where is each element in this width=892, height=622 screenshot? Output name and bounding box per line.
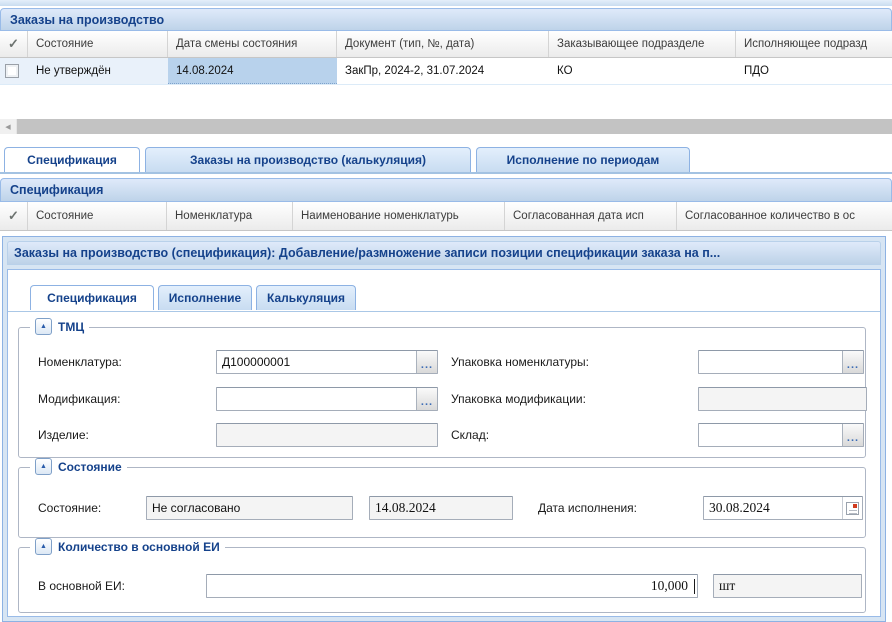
spec-panel-header: Спецификация [0,178,892,202]
cell-state[interactable]: Не утверждён [28,58,168,84]
state-field: Не согласовано [146,496,353,520]
fieldset-state-legend: Состояние [58,460,122,474]
state-date-field: 14.08.2024 [369,496,513,520]
fieldset-state: ▲ Состояние Состояние: Не согласовано 14… [18,467,866,538]
cell-executing-dept[interactable]: ПДО [736,58,892,84]
packing-mod-field [698,387,867,411]
base-unit-qty-field[interactable]: 10,000 [206,574,698,598]
horizontal-scrollbar[interactable]: ◀ [0,119,892,134]
fieldset-qty: ▲ Количество в основной ЕИ В основной ЕИ… [18,547,866,613]
scroll-left-icon: ◀ [5,123,10,131]
lookup-dots-icon: ... [847,359,859,371]
warehouse-label: Склад: [451,423,489,447]
packing-nom-field[interactable]: ... [698,350,864,374]
lookup-dots-icon: ... [847,432,859,444]
spec-edit-dialog: Заказы на производство (спецификация): Д… [2,236,886,622]
unit-field: шт [713,574,862,598]
collapse-icon: ▲ [40,543,47,550]
fieldset-tmc-legend: ТМЦ [58,320,84,334]
top-strip [0,0,892,7]
text-caret [694,579,695,594]
collapse-tmc-button[interactable]: ▲ [35,318,52,335]
tab-specification[interactable]: Спецификация [4,147,140,172]
packing-nom-lookup-button[interactable]: ... [842,351,863,373]
nomenclature-label: Номенклатура: [38,350,122,374]
orders-panel-header: Заказы на производство [0,8,892,31]
modification-label: Модификация: [38,387,120,411]
spec-column-agreed-qty[interactable]: Согласованное количество в ос [677,202,892,230]
dialog-body: Спецификация Исполнение Калькуляция ▲ ТМ… [7,269,881,617]
dialog-tab-execution[interactable]: Исполнение [158,285,252,310]
state-label: Состояние: [38,496,101,520]
spec-select-all-column[interactable]: ✓ [0,202,28,230]
lookup-dots-icon: ... [421,396,433,408]
dialog-tab-underline [8,311,880,312]
fieldset-qty-legend: Количество в основной ЕИ [58,540,220,554]
orders-column-executing-dept[interactable]: Исполняющее подразд [736,31,892,57]
spec-column-state[interactable]: Состояние [28,202,167,230]
orders-column-state-date[interactable]: Дата смены состояния [168,31,337,57]
product-label: Изделие: [38,423,89,447]
dialog-tab-calculation[interactable]: Калькуляция [256,285,356,310]
exec-date-field[interactable]: 30.08.2024 [703,496,863,520]
nomenclature-lookup-button[interactable]: ... [416,351,437,373]
orders-column-ordering-dept[interactable]: Заказывающее подразделе [549,31,736,57]
exec-date-calendar-button[interactable] [842,497,862,519]
exec-date-label: Дата исполнения: [538,496,637,520]
spec-panel-title: Спецификация [10,183,103,197]
warehouse-lookup-button[interactable]: ... [842,424,863,446]
base-unit-qty-label: В основной ЕИ: [38,574,125,598]
check-all-icon: ✓ [6,36,19,52]
spec-grid-header: ✓ Состояние Номенклатура Наименование но… [0,202,892,231]
tab-orders-calculation[interactable]: Заказы на производство (калькуляция) [145,147,471,172]
row-checkbox[interactable] [5,64,19,78]
cell-document[interactable]: ЗакПр, 2024-2, 31.07.2024 [337,58,549,84]
tab-execution-by-periods[interactable]: Исполнение по периодам [476,147,690,172]
warehouse-field[interactable]: ... [698,423,864,447]
collapse-icon: ▲ [40,323,47,330]
fieldset-tmc: ▲ ТМЦ Номенклатура: Д100000001 ... Упако… [18,327,866,458]
dialog-tab-specification[interactable]: Спецификация [30,285,154,310]
packing-mod-label: Упаковка модификации: [451,387,586,411]
packing-nom-label: Упаковка номенклатуры: [451,350,589,374]
spec-column-nomenclature-name[interactable]: Наименование номенклатурь [293,202,505,230]
nomenclature-field[interactable]: Д100000001 ... [216,350,438,374]
dialog-tab-bar: Спецификация Исполнение Калькуляция [30,283,361,310]
dialog-title-bar: Заказы на производство (спецификация): Д… [7,241,881,265]
cell-state-date[interactable]: 14.08.2024 [168,58,337,84]
main-tab-bar: Спецификация Заказы на производство (кал… [0,147,892,174]
orders-column-state[interactable]: Состояние [28,31,168,57]
spec-column-agreed-date[interactable]: Согласованная дата исп [505,202,677,230]
collapse-state-button[interactable]: ▲ [35,458,52,475]
product-field [216,423,438,447]
scrollbar-thumb[interactable] [16,119,892,134]
dialog-title: Заказы на производство (спецификация): Д… [14,246,720,260]
scroll-left-button[interactable]: ◀ [0,119,16,134]
orders-grid-header: ✓ Состояние Дата смены состояния Докумен… [0,31,892,58]
row-checkbox-cell [0,58,28,84]
collapse-icon: ▲ [40,463,47,470]
orders-select-all-column[interactable]: ✓ [0,31,28,57]
orders-panel-title: Заказы на производство [10,13,164,27]
calendar-icon [846,502,859,515]
orders-table-row[interactable]: Не утверждён 14.08.2024 ЗакПр, 2024-2, 3… [0,58,892,85]
spec-column-nomenclature[interactable]: Номенклатура [167,202,293,230]
modification-field[interactable]: ... [216,387,438,411]
orders-column-document[interactable]: Документ (тип, №, дата) [337,31,549,57]
cell-ordering-dept[interactable]: КО [549,58,736,84]
collapse-qty-button[interactable]: ▲ [35,538,52,555]
lookup-dots-icon: ... [421,359,433,371]
check-all-icon: ✓ [6,208,19,224]
modification-lookup-button[interactable]: ... [416,388,437,410]
